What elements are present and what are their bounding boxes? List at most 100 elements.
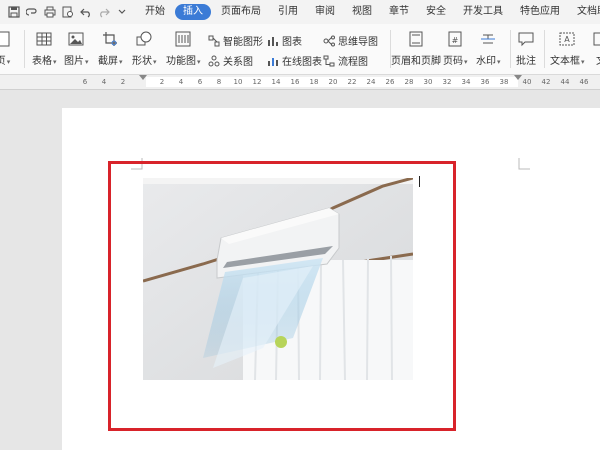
online-chart-button[interactable]: 在线图表 [267,53,322,68]
save-icon[interactable] [8,6,20,18]
tab-view[interactable]: 视图 [345,4,379,20]
ruler-tick: 22 [347,78,357,86]
screenshot-icon [103,32,118,46]
smart-shape-label: 智能图形 [223,37,263,48]
comment-button[interactable]: 批注 [516,30,536,67]
ruler-tick: 30 [423,78,433,86]
header-footer-label: 页眉和页脚 [391,56,441,67]
redo-icon[interactable] [98,6,110,18]
ruler-tick: 38 [499,78,509,86]
shape-label: 形状 [132,56,152,67]
picture-icon [68,32,84,46]
tab-developer[interactable]: 开发工具 [456,4,510,20]
textbox-label: 文本框 [550,56,580,67]
ruler-tick: 18 [309,78,319,86]
ruler-tick: 40 [522,78,532,86]
ribbon-last-label: 文 [596,52,600,67]
page-number-icon: # [448,31,462,47]
picture-button[interactable]: 图片▾ [64,30,89,67]
ruler-tick: 44 [560,78,570,86]
flowchart-icon [323,55,335,66]
text-icon [593,32,600,46]
ruler-tick: 10 [233,78,243,86]
left-indent-marker[interactable] [139,75,147,80]
smart-shape-icon [208,35,220,46]
tab-page-layout[interactable]: 页面布局 [214,4,268,20]
relation-chart-button[interactable]: 关系图 [208,53,253,68]
ruler-tick: 36 [480,78,490,86]
ribbon-separator [510,30,511,68]
header-footer-icon [409,31,423,47]
menu-tabs: 开始 插入 页面布局 引用 审阅 视图 章节 安全 开发工具 特色应用 文档助 [138,4,600,20]
ruler-tick: 26 [385,78,395,86]
page-number-label: 页码 [443,56,463,67]
table-label: 表格 [32,56,52,67]
watermark-button[interactable]: 水印▾ [476,30,501,67]
chart-label: 图表 [282,37,302,48]
undo-icon[interactable] [80,6,92,18]
function-chart-button[interactable]: 功能图▾ [166,30,201,67]
menu-bar: 开始 插入 页面布局 引用 审阅 视图 章节 安全 开发工具 特色应用 文档助 [0,0,600,24]
bar-chart-icon [268,36,278,46]
svg-text:#: # [452,36,459,45]
ruler-tick: 16 [290,78,300,86]
ruler-tick: 20 [328,78,338,86]
function-chart-icon [175,31,191,47]
ruler-tick: 2 [159,78,165,86]
textbox-button[interactable]: A 文本框▾ [550,30,585,67]
margin-corner-top-right [518,158,530,170]
screenshot-button[interactable]: 截屏▾ [98,30,123,67]
print-icon[interactable] [44,6,56,18]
table-icon [36,32,52,46]
image-highlight-box [108,161,456,431]
ribbon-last-button[interactable]: 文 [592,30,600,67]
tab-security[interactable]: 安全 [419,4,453,20]
tab-home[interactable]: 开始 [138,4,172,20]
shape-button[interactable]: 形状▾ [132,30,157,67]
tab-references[interactable]: 引用 [271,4,305,20]
ribbon-toolbar: 页▾ 表格▾ 图片▾ 截屏▾ 形状▾ 功能图▾ 智能图形 图表 关系图 在线图表… [0,24,600,75]
right-indent-marker[interactable] [514,75,522,80]
ruler-tick: 8 [216,78,222,86]
flowchart-button[interactable]: 流程图 [323,53,368,68]
table-button[interactable]: 表格▾ [32,30,57,67]
mindmap-label: 思维导图 [338,37,378,48]
ribbon-separator [544,30,545,68]
online-chart-icon [268,57,278,66]
ribbon-blank-page-button[interactable]: 页▾ [0,30,12,67]
function-chart-label: 功能图 [166,56,196,67]
print-preview-icon[interactable] [62,6,74,18]
ruler-tick: 32 [442,78,452,86]
tab-insert[interactable]: 插入 [175,4,211,20]
comment-label: 批注 [516,56,536,67]
tab-doc-assistant[interactable]: 文档助 [570,4,600,20]
screenshot-label: 截屏 [98,56,118,67]
ruler-tick: 4 [178,78,184,86]
ruler-tick: 6 [82,78,88,86]
page-number-button[interactable]: # 页码▾ [443,30,468,67]
blank-page-label: 页 [0,56,6,67]
horizontal-ruler[interactable]: 6 4 2 2 4 6 8 10 12 14 16 18 20 22 24 26… [0,75,600,90]
ruler-tick: 34 [461,78,471,86]
cloud-sync-icon[interactable] [26,6,38,18]
ruler-tick: 42 [541,78,551,86]
ruler-tick: 4 [101,78,107,86]
ruler-tick: 6 [197,78,203,86]
tab-special-apps[interactable]: 特色应用 [513,4,567,20]
mindmap-button[interactable]: 思维导图 [323,33,378,48]
comment-icon [518,32,534,47]
tab-section[interactable]: 章节 [382,4,416,20]
shape-icon [136,31,152,46]
chart-button[interactable]: 图表 [267,33,302,48]
online-chart-label: 在线图表 [282,57,322,68]
smart-shape-button[interactable]: 智能图形 [208,33,263,48]
textbox-icon: A [559,32,575,46]
watermark-icon [481,34,496,44]
mindmap-icon [323,35,335,46]
tab-review[interactable]: 审阅 [308,4,342,20]
watermark-label: 水印 [476,56,496,67]
relation-chart-icon [208,55,220,66]
header-footer-button[interactable]: 页眉和页脚 [388,30,444,67]
ruler-tick: 24 [366,78,376,86]
customize-icon[interactable] [116,6,128,18]
